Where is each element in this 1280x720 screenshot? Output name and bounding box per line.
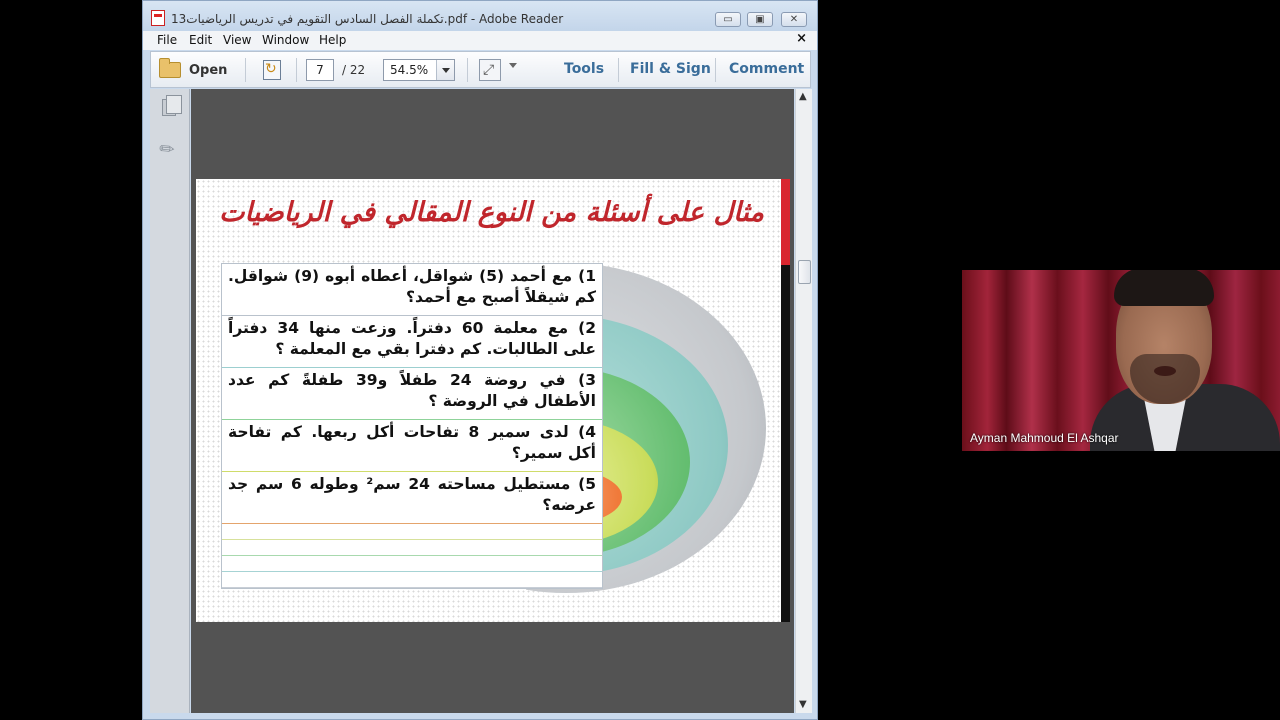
table-row bbox=[222, 556, 602, 572]
fill-sign-pane-button[interactable]: Fill & Sign bbox=[630, 61, 711, 77]
questions-table: 1) مع أحمد (5) شواقل، أعطاه أبوه (9) شوا… bbox=[221, 263, 603, 589]
title-bar: 13تكملة الفصل السادس التقويم في تدريس ال… bbox=[143, 1, 817, 31]
participant-name: Ayman Mahmoud El Ashqar bbox=[970, 431, 1119, 445]
question-3: 3) في روضة 24 طفلاً و39 طفلةً كم عدد الأ… bbox=[222, 368, 602, 420]
navigation-pane: ✎ bbox=[150, 89, 190, 713]
slide-side-bar bbox=[781, 265, 790, 622]
participant-mouth bbox=[1154, 366, 1176, 376]
table-row bbox=[222, 524, 602, 540]
pdf-icon bbox=[151, 10, 165, 26]
video-participant-tile[interactable]: Ayman Mahmoud El Ashqar bbox=[962, 270, 1280, 451]
participant-video bbox=[1080, 270, 1280, 451]
fit-page-button[interactable]: ⤢ bbox=[479, 59, 501, 81]
open-label: Open bbox=[189, 62, 228, 78]
chevron-down-icon[interactable] bbox=[509, 63, 517, 68]
slide-accent-bar bbox=[781, 179, 790, 265]
toolbar: Open 7 / 22 54.5% ⤢ Tools Fill & Sign Co… bbox=[150, 51, 811, 88]
menu-bar: File Edit View Window Help × bbox=[143, 31, 817, 50]
menu-view[interactable]: View bbox=[223, 33, 251, 47]
page-thumbnails-icon[interactable] bbox=[162, 95, 182, 116]
expand-icon: ⤢ bbox=[483, 62, 495, 78]
page-total: / 22 bbox=[342, 63, 366, 77]
slide-title: مثال على أسئلة من النوع المقالي في الريا… bbox=[219, 197, 764, 228]
scroll-thumb[interactable] bbox=[798, 260, 811, 284]
folder-icon bbox=[159, 58, 181, 78]
page-number-input[interactable]: 7 bbox=[306, 59, 334, 81]
question-5: 5) مستطيل مساحته 24 سم² وطوله 6 سم جد عر… bbox=[222, 472, 602, 524]
menu-help[interactable]: Help bbox=[319, 33, 346, 47]
create-pdf-icon bbox=[263, 60, 281, 80]
question-4: 4) لدى سمير 8 تفاحات أكل ربعها. كم تفاحة… bbox=[222, 420, 602, 472]
question-2: 2) مع معلمة 60 دفتراً. وزعت منها 34 دفتر… bbox=[222, 316, 602, 368]
table-row bbox=[222, 572, 602, 588]
close-document-icon[interactable]: × bbox=[796, 31, 807, 46]
window-title: 13تكملة الفصل السادس التقويم في تدريس ال… bbox=[171, 12, 564, 26]
pdf-page: مثال على أسئلة من النوع المقالي في الريا… bbox=[196, 179, 790, 622]
zoom-select[interactable]: 54.5% bbox=[383, 59, 455, 81]
maximize-button[interactable]: ▣ bbox=[747, 12, 773, 27]
open-button[interactable]: Open bbox=[159, 58, 227, 82]
toolbar-divider bbox=[245, 58, 246, 82]
table-row bbox=[222, 540, 602, 556]
minimize-button[interactable]: ▭ bbox=[715, 12, 741, 27]
chevron-down-icon[interactable] bbox=[436, 60, 454, 80]
menu-window[interactable]: Window bbox=[262, 33, 309, 47]
menu-edit[interactable]: Edit bbox=[189, 33, 212, 47]
toolbar-divider bbox=[618, 58, 619, 82]
close-window-button[interactable]: ✕ bbox=[781, 12, 807, 27]
menu-file[interactable]: File bbox=[157, 33, 177, 47]
zoom-value: 54.5% bbox=[390, 63, 429, 77]
tools-pane-button[interactable]: Tools bbox=[564, 61, 604, 77]
comment-pane-button[interactable]: Comment bbox=[729, 61, 804, 77]
scroll-up-icon[interactable]: ▲ bbox=[799, 91, 807, 102]
vertical-scrollbar[interactable]: ▲ ▼ bbox=[795, 89, 812, 713]
toolbar-divider bbox=[715, 58, 716, 82]
paperclip-icon[interactable]: ✎ bbox=[155, 137, 180, 163]
question-1: 1) مع أحمد (5) شواقل، أعطاه أبوه (9) شوا… bbox=[222, 264, 602, 316]
toolbar-divider bbox=[467, 58, 468, 82]
participant-hair bbox=[1114, 270, 1214, 306]
create-pdf-button[interactable] bbox=[261, 59, 283, 81]
scroll-down-icon[interactable]: ▼ bbox=[799, 699, 807, 710]
toolbar-divider bbox=[296, 58, 297, 82]
adobe-reader-window: 13تكملة الفصل السادس التقويم في تدريس ال… bbox=[142, 0, 818, 720]
